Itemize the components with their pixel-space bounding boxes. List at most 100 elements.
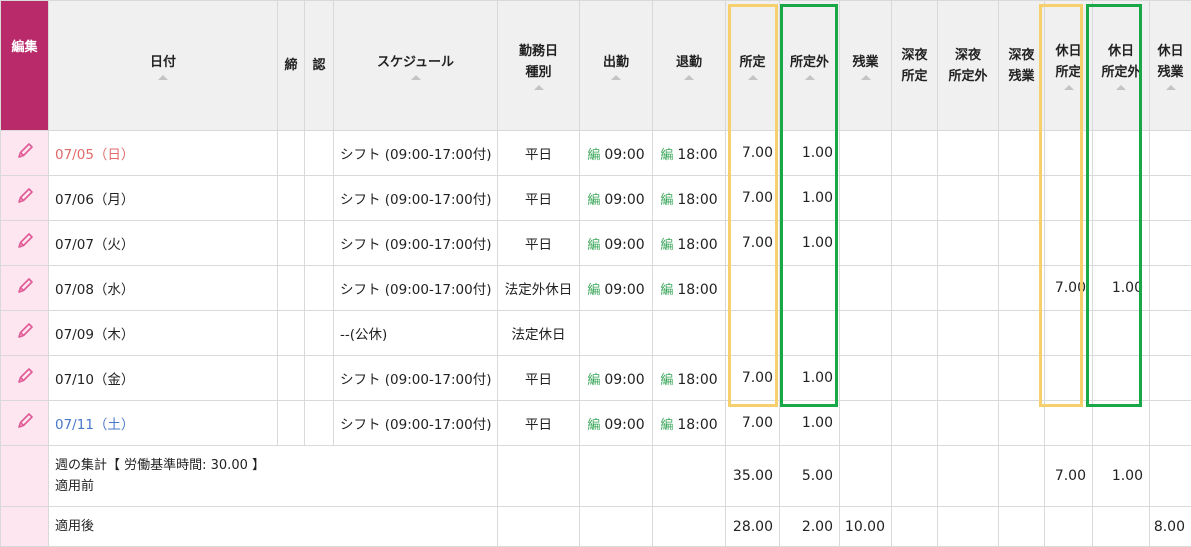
pencil-edit-icon[interactable] <box>14 275 36 301</box>
clock-in-cell[interactable]: 編09:00 <box>580 131 653 176</box>
pencil-edit-icon[interactable] <box>14 320 36 346</box>
sort-arrow-icon[interactable] <box>411 75 421 80</box>
empty-cell <box>498 446 580 507</box>
col-holiday-non-prescribed-header[interactable]: 休日所定外 <box>1093 1 1150 131</box>
col-late-night-prescribed-label-2: 所定 <box>901 69 927 84</box>
date-cell: 07/08（水） <box>49 266 278 311</box>
sort-arrow-icon[interactable] <box>861 75 871 80</box>
col-prescribed-label: 所定 <box>739 55 765 70</box>
prescribed-cell: 7.00 <box>726 356 780 401</box>
clock-in-cell[interactable]: 編09:00 <box>580 356 653 401</box>
col-holiday-non-prescribed-label-1: 休日 <box>1108 44 1134 59</box>
sort-arrow-icon[interactable] <box>1064 85 1074 90</box>
col-overtime-header[interactable]: 残業 <box>840 1 892 131</box>
edit-cell[interactable] <box>1 221 49 266</box>
holiday-prescribed-cell <box>1045 401 1093 446</box>
late-night-non-prescribed-cell <box>938 131 999 176</box>
clock-in-cell-value: 09:00 <box>604 417 644 433</box>
col-date-header[interactable]: 日付 <box>49 1 278 131</box>
clock-out-cell[interactable]: 編18:00 <box>653 176 726 221</box>
clock-in-cell[interactable]: 編09:00 <box>580 221 653 266</box>
edit-cell[interactable] <box>1 401 49 446</box>
late-night-prescribed-cell <box>892 131 938 176</box>
col-clock-out-header[interactable]: 退勤 <box>653 1 726 131</box>
empty-cell <box>938 507 999 547</box>
late-night-prescribed-cell <box>892 221 938 266</box>
schedule-cell[interactable]: シフト (09:00-17:00付) <box>334 131 498 176</box>
pencil-edit-icon[interactable] <box>14 365 36 391</box>
schedule-cell[interactable]: シフト (09:00-17:00付) <box>334 176 498 221</box>
pencil-edit-icon[interactable] <box>14 185 36 211</box>
table-row: 07/05（日）シフト (09:00-17:00付)平日編09:00編18:00… <box>1 131 1191 176</box>
edit-cell[interactable] <box>1 176 49 221</box>
date-cell: 07/07（火） <box>49 221 278 266</box>
date-cell: 07/11（土） <box>49 401 278 446</box>
holiday-overtime-cell <box>1150 311 1191 356</box>
late-night-overtime-cell <box>999 401 1045 446</box>
edit-cell[interactable] <box>1 356 49 401</box>
col-schedule-header[interactable]: スケジュール <box>334 1 498 131</box>
clock-out-cell[interactable]: 編18:00 <box>653 356 726 401</box>
late-night-overtime-cell <box>999 356 1045 401</box>
pencil-edit-icon[interactable] <box>14 410 36 436</box>
clock-in-cell[interactable] <box>580 311 653 356</box>
schedule-cell[interactable]: シフト (09:00-17:00付) <box>334 356 498 401</box>
sort-arrow-icon[interactable] <box>611 75 621 80</box>
empty-cell <box>892 446 938 507</box>
col-holiday-prescribed-header[interactable]: 休日所定 <box>1045 1 1093 131</box>
late-night-overtime-cell <box>999 131 1045 176</box>
schedule-cell[interactable]: --(公休) <box>334 311 498 356</box>
summary-holiday-prescribed: 7.00 <box>1045 446 1093 507</box>
pencil-edit-icon[interactable] <box>14 230 36 256</box>
clock-out-cell[interactable]: 編18:00 <box>653 266 726 311</box>
col-holiday-overtime-header[interactable]: 休日残業 <box>1150 1 1191 131</box>
empty-cell <box>1045 507 1093 547</box>
schedule-cell[interactable]: シフト (09:00-17:00付) <box>334 401 498 446</box>
clock-in-cell[interactable]: 編09:00 <box>580 401 653 446</box>
edit-cell[interactable] <box>1 131 49 176</box>
sort-arrow-icon[interactable] <box>684 75 694 80</box>
col-prescribed-header[interactable]: 所定 <box>726 1 780 131</box>
holiday-prescribed-cell <box>1045 131 1093 176</box>
workday-type-cell: 平日 <box>498 356 580 401</box>
holiday-non-prescribed-cell <box>1093 311 1150 356</box>
late-night-non-prescribed-cell <box>938 356 999 401</box>
clock-out-cell[interactable] <box>653 311 726 356</box>
date-cell: 07/09（木） <box>49 311 278 356</box>
col-late-night-overtime-header: 深夜残業 <box>999 1 1045 131</box>
date-cell: 07/05（日） <box>49 131 278 176</box>
sort-arrow-icon[interactable] <box>534 85 544 90</box>
col-clock-out-label: 退勤 <box>676 55 702 70</box>
late-night-overtime-cell <box>999 176 1045 221</box>
col-workday-type-header[interactable]: 勤務日種別 <box>498 1 580 131</box>
holiday-prescribed-cell <box>1045 176 1093 221</box>
pencil-edit-icon[interactable] <box>14 140 36 166</box>
sort-arrow-icon[interactable] <box>158 75 168 80</box>
schedule-cell[interactable]: シフト (09:00-17:00付) <box>334 221 498 266</box>
edit-cell[interactable] <box>1 311 49 356</box>
edit-cell[interactable] <box>1 266 49 311</box>
clock-out-cell[interactable]: 編18:00 <box>653 221 726 266</box>
clock-in-cell[interactable]: 編09:00 <box>580 176 653 221</box>
sort-arrow-icon[interactable] <box>1166 85 1176 90</box>
sort-arrow-icon[interactable] <box>1116 85 1126 90</box>
sort-arrow-icon[interactable] <box>805 75 815 80</box>
late-night-non-prescribed-cell <box>938 176 999 221</box>
edited-mark: 編 <box>660 193 673 208</box>
col-clock-in-header[interactable]: 出勤 <box>580 1 653 131</box>
approve-cell <box>305 131 334 176</box>
edited-mark: 編 <box>587 193 600 208</box>
empty-cell <box>840 446 892 507</box>
clock-in-cell[interactable]: 編09:00 <box>580 266 653 311</box>
clock-out-cell[interactable]: 編18:00 <box>653 401 726 446</box>
late-night-non-prescribed-cell <box>938 311 999 356</box>
close-cell <box>278 356 305 401</box>
overtime-cell <box>840 266 892 311</box>
schedule-cell[interactable]: シフト (09:00-17:00付) <box>334 266 498 311</box>
sort-arrow-icon[interactable] <box>748 75 758 80</box>
clock-in-cell-value: 09:00 <box>604 282 644 298</box>
clock-out-cell[interactable]: 編18:00 <box>653 131 726 176</box>
table-body: 07/05（日）シフト (09:00-17:00付)平日編09:00編18:00… <box>1 131 1191 446</box>
empty-cell <box>580 446 653 507</box>
col-non-prescribed-header[interactable]: 所定外 <box>780 1 840 131</box>
